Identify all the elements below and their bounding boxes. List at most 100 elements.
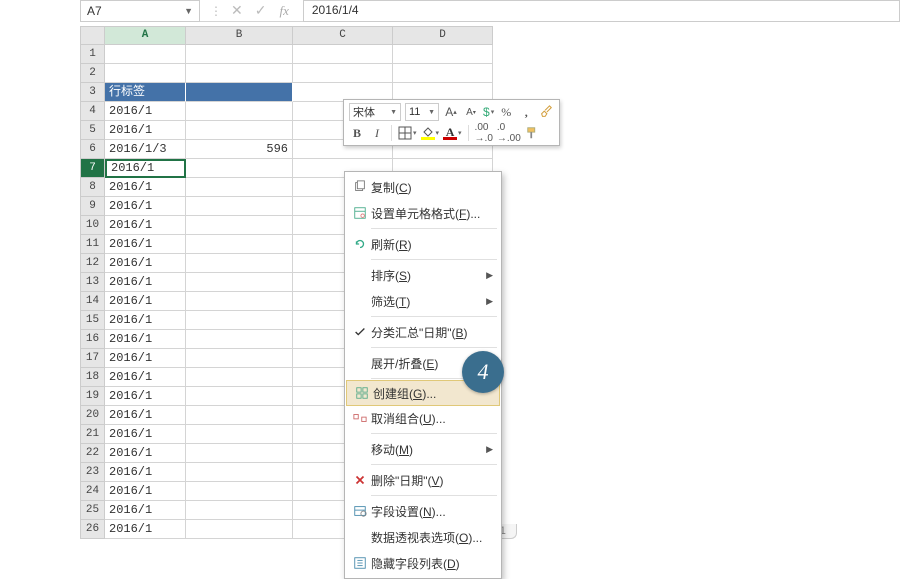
cell[interactable]: 2016/1/3 [105,140,186,159]
row-header[interactable]: 18 [80,368,105,387]
cell[interactable] [186,273,293,292]
cell[interactable] [186,368,293,387]
cell[interactable] [293,45,393,64]
cell[interactable] [105,64,186,83]
cell[interactable] [186,102,293,121]
cell[interactable] [186,349,293,368]
column-header-a[interactable]: A [105,26,186,45]
cell[interactable] [186,520,293,539]
menu-item[interactable]: 删除"日期"(V) [345,467,501,493]
row-header[interactable]: 25 [80,501,105,520]
cell[interactable]: 2016/1 [105,330,186,349]
row-header[interactable]: 6 [80,140,105,159]
select-all-corner[interactable] [80,26,105,45]
row-header[interactable]: 20 [80,406,105,425]
cell[interactable]: 2016/1 [105,387,186,406]
font-size-dropdown[interactable]: 11 ▼ [405,103,439,121]
cell[interactable] [105,45,186,64]
row-header[interactable]: 16 [80,330,105,349]
cell[interactable] [186,406,293,425]
cell[interactable] [186,292,293,311]
cell[interactable] [393,45,493,64]
cell[interactable] [186,501,293,520]
cell[interactable]: 2016/1 [105,311,186,330]
row-header[interactable]: 15 [80,311,105,330]
menu-item[interactable]: 排序(S)▶ [345,262,501,288]
row-header[interactable]: 12 [80,254,105,273]
format-painter-icon[interactable] [538,103,554,121]
increase-decimal-button[interactable]: .0→.00 [497,124,521,142]
cell[interactable] [186,387,293,406]
cell[interactable] [186,463,293,482]
menu-item[interactable]: 分类汇总"日期"(B) [345,319,501,345]
menu-item[interactable]: 筛选(T)▶ [345,288,501,314]
cell[interactable]: 2016/1 [105,197,186,216]
row-header[interactable]: 8 [80,178,105,197]
row-header[interactable]: 13 [80,273,105,292]
row-header[interactable]: 1 [80,45,105,64]
cell[interactable] [186,159,293,178]
cancel-formula-icon[interactable]: ✕ [228,2,246,19]
row-header[interactable]: 21 [80,425,105,444]
cell[interactable]: 2016/1 [105,178,186,197]
cell[interactable]: 2016/1 [105,463,186,482]
row-header[interactable]: 14 [80,292,105,311]
name-box[interactable]: A7 ▼ [80,0,200,22]
row-header[interactable]: 9 [80,197,105,216]
fx-icon[interactable]: fx [275,3,292,19]
decrease-font-button[interactable]: A▾ [463,103,479,121]
cell[interactable]: 2016/1 [105,501,186,520]
number-format-dropdown[interactable]: $▾ [483,105,494,119]
cell[interactable]: 2016/1 [105,349,186,368]
cell[interactable] [186,197,293,216]
row-header[interactable]: 24 [80,482,105,501]
cell[interactable]: 2016/1 [105,254,186,273]
cell[interactable]: 2016/1 [105,425,186,444]
percent-button[interactable]: % [498,103,514,121]
cell[interactable]: 2016/1 [105,235,186,254]
column-header-b[interactable]: B [186,26,293,45]
italic-button[interactable]: I [369,124,385,142]
menu-item[interactable]: 隐藏字段列表(D) [345,550,501,576]
formula-input[interactable]: 2016/1/4 [303,0,900,22]
column-header-c[interactable]: C [293,26,393,45]
menu-item[interactable]: 数据透视表选项(O)... [345,524,501,550]
cell[interactable]: 596 [186,140,293,159]
row-header[interactable]: 23 [80,463,105,482]
cell[interactable]: 2016/1 [105,102,186,121]
cell[interactable] [186,178,293,197]
cell[interactable]: 2016/1 [105,159,186,178]
cell[interactable]: 2016/1 [105,406,186,425]
cell[interactable] [186,45,293,64]
cell[interactable] [186,83,293,102]
row-header[interactable]: 10 [80,216,105,235]
cell[interactable] [186,444,293,463]
menu-item[interactable]: 移动(M)▶ [345,436,501,462]
border-dropdown[interactable]: ▾ [398,126,417,140]
column-header-d[interactable]: D [393,26,493,45]
font-color-dropdown[interactable]: A ▾ [443,127,462,140]
menu-item[interactable]: 取消组合(U)... [345,405,501,431]
row-header[interactable]: 3 [80,83,105,102]
cell[interactable] [186,482,293,501]
menu-item[interactable]: 设置单元格格式(F)... [345,200,501,226]
cell[interactable] [186,121,293,140]
fill-color-dropdown[interactable]: ▾ [421,127,440,140]
cell[interactable] [186,235,293,254]
pivot-row-label-header[interactable]: 行标签 [105,83,186,102]
format-painter-button[interactable] [525,124,541,142]
row-header[interactable]: 4 [80,102,105,121]
menu-item[interactable]: 刷新(R) [345,231,501,257]
cell[interactable]: 2016/1 [105,292,186,311]
cell[interactable] [186,216,293,235]
row-header[interactable]: 11 [80,235,105,254]
confirm-formula-icon[interactable]: ✓ [252,2,270,19]
cell[interactable] [393,64,493,83]
menu-item[interactable]: 字段设置(N)... [345,498,501,524]
cell[interactable] [186,64,293,83]
font-name-dropdown[interactable]: 宋体 ▼ [349,103,401,121]
cell[interactable] [186,254,293,273]
increase-font-button[interactable]: A▴ [443,103,459,121]
cell[interactable]: 2016/1 [105,273,186,292]
cell[interactable] [186,311,293,330]
